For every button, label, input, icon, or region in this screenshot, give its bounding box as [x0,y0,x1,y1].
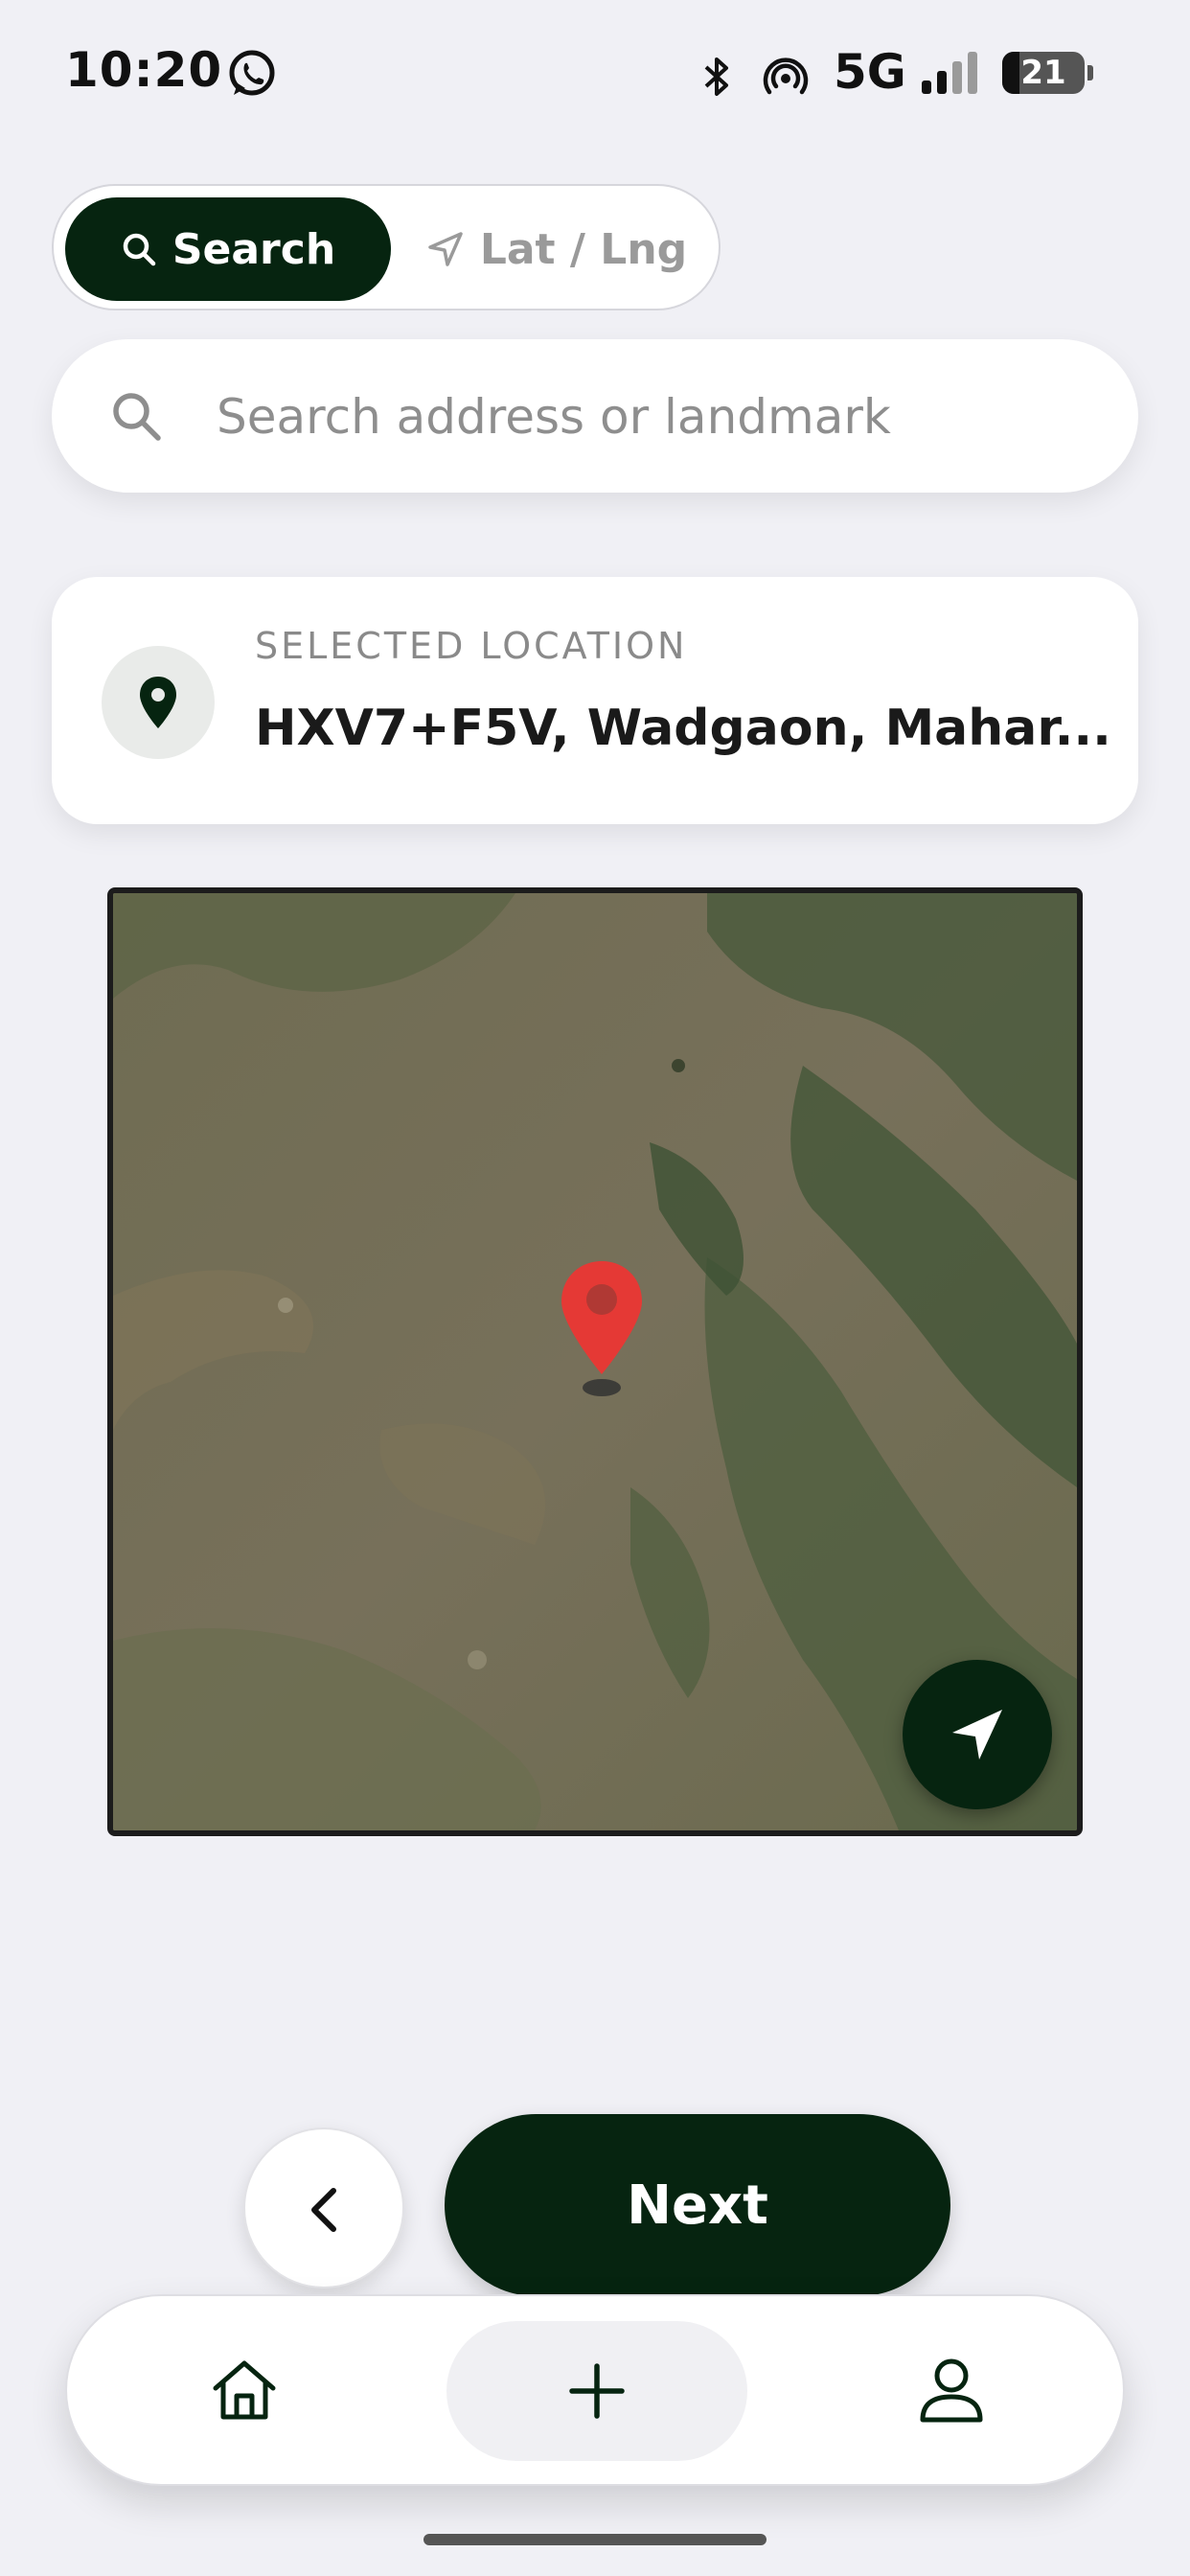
next-button[interactable]: Next [445,2114,950,2296]
network-type: 5G [834,44,906,100]
selected-location-card: SELECTED LOCATION HXV7+F5V, Wadgaon, Mah… [52,577,1138,824]
battery-level: 21 [1020,54,1066,92]
search-bar[interactable] [52,339,1138,493]
back-button[interactable] [243,2128,404,2288]
tab-lat-lng-label: Lat / Lng [479,224,688,274]
search-input[interactable] [215,378,1100,456]
tab-search[interactable]: Search [65,197,391,301]
home-indicator[interactable] [423,2534,767,2545]
location-pin-badge [102,646,215,759]
tab-add[interactable] [446,2321,747,2461]
map-pin-icon [140,677,176,728]
battery-icon: 21 [1002,52,1094,94]
hotspot-icon [763,58,809,95]
navigation-arrow-icon [428,232,463,266]
whatsapp-icon [229,50,275,96]
signal-icon [922,52,977,94]
plus-icon [569,2363,625,2419]
user-icon [920,2358,983,2423]
home-icon [213,2360,276,2420]
satellite-map[interactable] [107,887,1083,1836]
tab-profile[interactable] [889,2296,1014,2484]
search-icon [113,393,161,441]
bluetooth-icon [704,58,728,96]
recenter-button[interactable] [903,1660,1052,1809]
map-marker-icon [561,1261,642,1396]
navigation-arrow-icon [952,1710,1002,1760]
search-icon [123,233,156,266]
bottom-tab-bar [65,2294,1125,2486]
search-mode-toggle: Search Lat / Lng [52,184,721,310]
tab-home[interactable] [182,2296,307,2484]
status-time: 10:20 [65,42,223,98]
status-bar: 10:20 5G 21 [0,0,1190,144]
selected-location-value: HXV7+F5V, Wadgaon, Mahar... [255,700,1111,757]
tab-search-label: Search [172,224,336,274]
selected-location-label: SELECTED LOCATION [255,625,688,667]
chevron-left-icon [311,2188,336,2232]
tab-lat-lng[interactable]: Lat / Lng [399,197,715,301]
